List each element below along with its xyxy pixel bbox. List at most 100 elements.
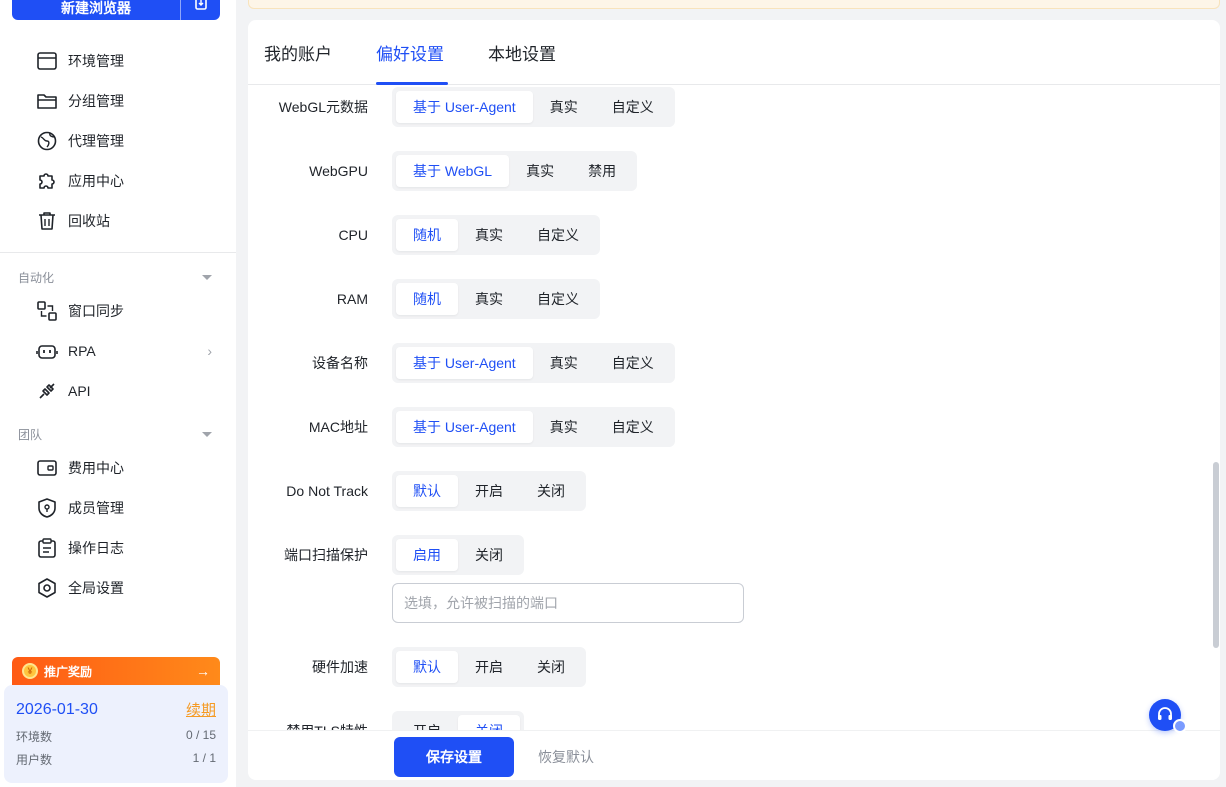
chevron-right-icon: › <box>207 343 212 359</box>
import-icon[interactable] <box>180 0 220 20</box>
segment-option[interactable]: 真实 <box>458 283 520 315</box>
sidebar-item-groups[interactable]: 分组管理 <box>36 81 216 121</box>
segmented-control: 基于 User-Agent 真实 自定义 <box>392 407 675 447</box>
wallet-icon <box>37 460 57 476</box>
env-count-label: 环境数 <box>16 730 53 744</box>
scrollbar-thumb[interactable] <box>1213 462 1219 648</box>
sidebar-item-global-settings[interactable]: 全局设置 <box>36 568 216 608</box>
setting-row: 端口扫描保护 启用 关闭 <box>248 535 1220 575</box>
sidebar-item-label: 窗口同步 <box>68 303 124 319</box>
sidebar-item-api[interactable]: API <box>36 371 216 411</box>
window-icon <box>37 52 57 70</box>
segment-option[interactable]: 真实 <box>533 91 595 123</box>
new-browser-label: 新建浏览器 <box>61 0 131 16</box>
caret-down-icon <box>202 432 212 437</box>
arrow-right-icon: → <box>196 663 210 679</box>
segment-option[interactable]: 开启 <box>458 651 520 683</box>
segment-option[interactable]: 基于 User-Agent <box>396 91 533 123</box>
sidebar-item-proxy[interactable]: 代理管理 <box>36 121 216 161</box>
segmented-control: 基于 User-Agent 真实 自定义 <box>392 87 675 127</box>
new-browser-button[interactable]: 新建浏览器 <box>12 0 220 20</box>
segment-option[interactable]: 真实 <box>533 347 595 379</box>
folder-icon <box>37 94 57 109</box>
segmented-control: 默认 开启 关闭 <box>392 647 586 687</box>
sidebar-item-billing[interactable]: 费用中心 <box>36 448 216 488</box>
expire-date: 2026-01-30 <box>16 700 98 718</box>
segment-option[interactable]: 默认 <box>396 475 458 507</box>
segment-option[interactable]: 自定义 <box>520 219 596 251</box>
segment-option[interactable]: 自定义 <box>520 283 596 315</box>
setting-row: 设备名称 基于 User-Agent 真实 自定义 <box>248 343 1220 383</box>
segment-option[interactable]: 禁用 <box>571 155 633 187</box>
setting-label: 硬件加速 <box>312 659 368 675</box>
segment-option[interactable]: 关闭 <box>520 475 582 507</box>
setting-row: RAM 随机 真实 自定义 <box>248 279 1220 319</box>
settings-panel: 我的账户 偏好设置 本地设置 WebGL元数据 基于 User-Agent 真实 自定… <box>248 20 1220 780</box>
puzzle-icon <box>39 173 55 189</box>
allowed-ports-input[interactable] <box>392 583 744 623</box>
sidebar-item-label: 回收站 <box>68 213 110 229</box>
sidebar-item-label: RPA <box>68 343 96 359</box>
sidebar-item-members[interactable]: 成员管理 <box>36 488 216 528</box>
segment-option[interactable]: 启用 <box>396 539 458 571</box>
setting-label: Do Not Track <box>286 483 368 499</box>
restore-defaults-button[interactable]: 恢复默认 <box>538 747 594 767</box>
segment-option[interactable]: 随机 <box>396 219 458 251</box>
segment-option[interactable]: 关闭 <box>520 651 582 683</box>
segment-option[interactable]: 真实 <box>509 155 571 187</box>
tab-local-settings[interactable]: 本地设置 <box>488 40 556 65</box>
sidebar-item-label: 成员管理 <box>68 500 124 516</box>
promo-banner[interactable]: ¥ 推广奖励 → <box>12 657 220 685</box>
sidebar-item-logs[interactable]: 操作日志 <box>36 528 216 568</box>
segment-option[interactable]: 基于 WebGL <box>396 155 510 187</box>
segment-option[interactable]: 自定义 <box>595 91 671 123</box>
section-title: 自动化 <box>18 271 55 285</box>
globe-icon <box>37 131 57 151</box>
sidebar-item-label: 全局设置 <box>68 580 124 596</box>
setting-label: MAC地址 <box>308 419 368 435</box>
setting-row: Do Not Track 默认 开启 关闭 <box>248 471 1220 511</box>
tab-active-indicator <box>376 82 448 85</box>
segment-option[interactable]: 自定义 <box>595 411 671 443</box>
chat-badge-icon <box>1173 719 1187 733</box>
footer-bar: 保存设置 恢复默认 <box>248 730 1220 780</box>
setting-row: WebGL元数据 基于 User-Agent 真实 自定义 <box>248 87 1220 127</box>
segment-option[interactable]: 真实 <box>533 411 595 443</box>
segment-option[interactable]: 默认 <box>396 651 458 683</box>
renew-link[interactable]: 续期 <box>186 699 216 720</box>
tab-preferences[interactable]: 偏好设置 <box>376 40 444 65</box>
robot-icon <box>36 345 58 359</box>
section-automation[interactable]: 自动化 <box>18 269 218 286</box>
sidebar-item-label: 分组管理 <box>68 93 124 109</box>
segment-option[interactable]: 关闭 <box>458 539 520 571</box>
sidebar-item-rpa[interactable]: RPA › <box>36 331 216 371</box>
sidebar-item-apps[interactable]: 应用中心 <box>36 161 216 201</box>
segment-option[interactable]: 基于 User-Agent <box>396 347 533 379</box>
sidebar-item-trash[interactable]: 回收站 <box>36 201 216 241</box>
segment-option[interactable]: 随机 <box>396 283 458 315</box>
sidebar-item-window-sync[interactable]: 窗口同步 <box>36 291 216 331</box>
clipboard-icon <box>38 538 56 558</box>
segment-option[interactable]: 自定义 <box>595 347 671 379</box>
setting-label: WebGL元数据 <box>278 99 368 115</box>
sidebar-item-label: 操作日志 <box>68 540 124 556</box>
tab-my-account[interactable]: 我的账户 <box>264 40 332 65</box>
save-settings-button[interactable]: 保存设置 <box>394 737 514 777</box>
setting-label: CPU <box>338 227 368 243</box>
sidebar-item-env[interactable]: 环境管理 <box>36 41 216 81</box>
section-title: 团队 <box>18 428 43 442</box>
support-button[interactable] <box>1149 699 1187 733</box>
segment-option[interactable]: 真实 <box>458 219 520 251</box>
sidebar-item-label: 环境管理 <box>68 53 124 69</box>
section-team[interactable]: 团队 <box>18 426 218 443</box>
segmented-control: 随机 真实 自定义 <box>392 279 600 319</box>
segment-option[interactable]: 基于 User-Agent <box>396 411 533 443</box>
sidebar-item-label: 代理管理 <box>68 133 124 149</box>
segmented-control: 默认 开启 关闭 <box>392 471 586 511</box>
notice-banner <box>248 0 1220 9</box>
shield-icon <box>38 498 56 518</box>
segmented-control: 启用 关闭 <box>392 535 524 575</box>
setting-row: MAC地址 基于 User-Agent 真实 自定义 <box>248 407 1220 447</box>
setting-row: 硬件加速 默认 开启 关闭 <box>248 647 1220 687</box>
segment-option[interactable]: 开启 <box>458 475 520 507</box>
